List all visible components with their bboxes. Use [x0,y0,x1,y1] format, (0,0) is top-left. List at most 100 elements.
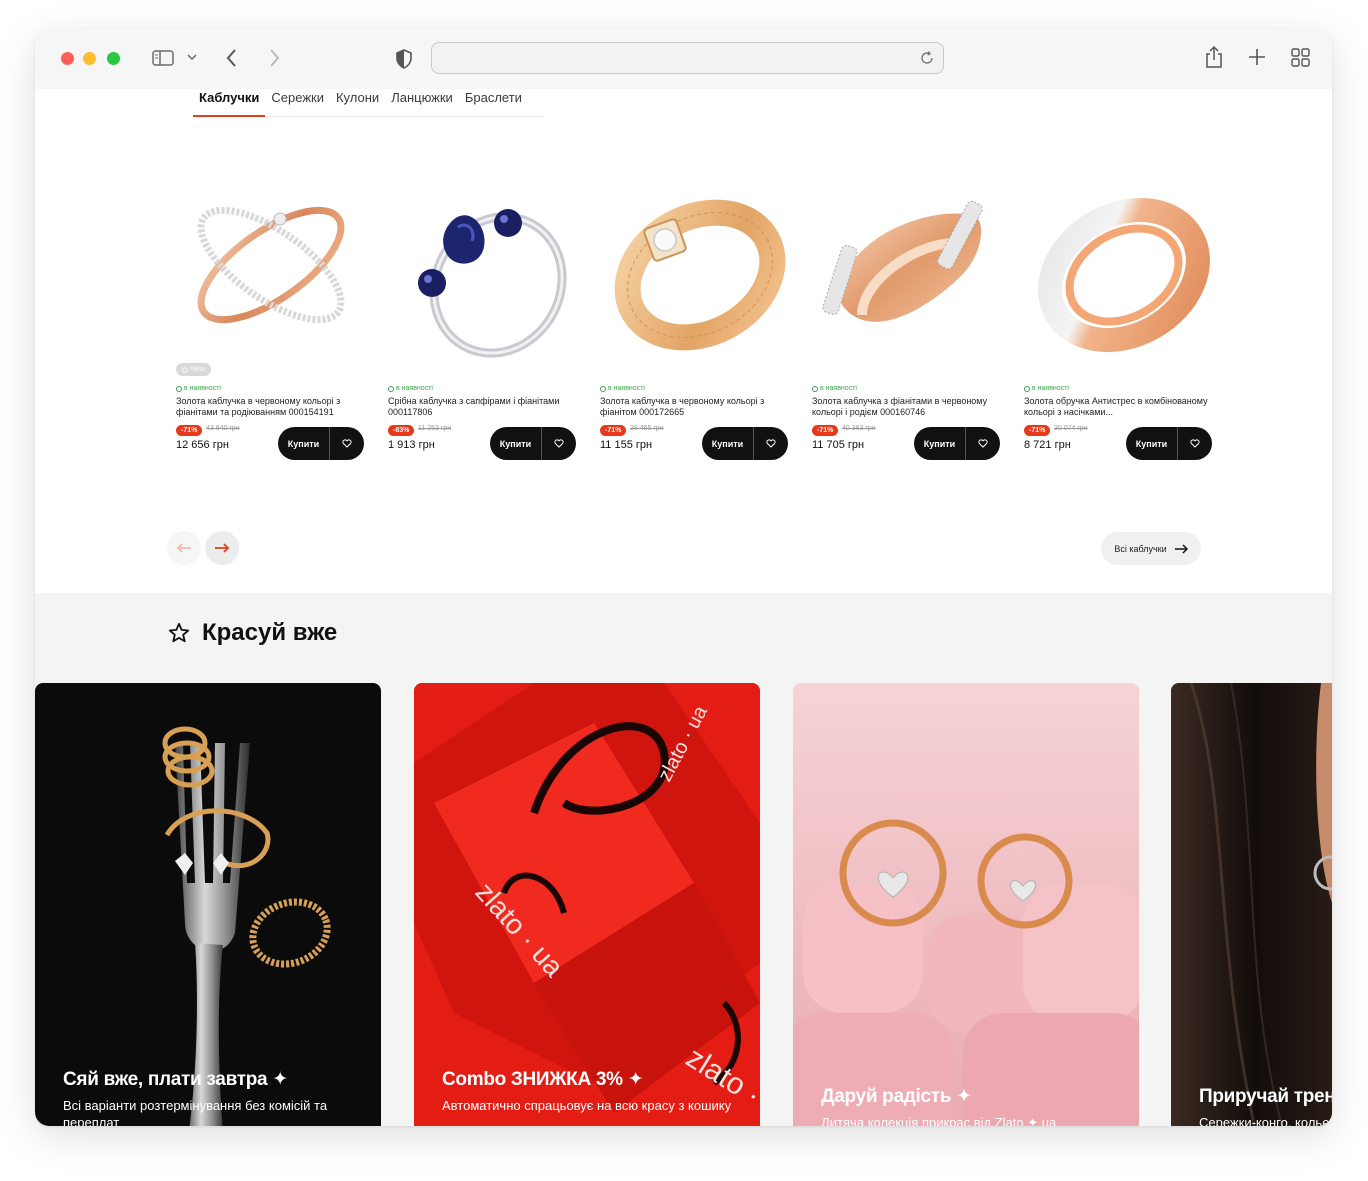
old-price: 40 363 грн [842,425,876,432]
section-heading: Красуй вже [168,619,337,647]
product-price: 12 656 грн [176,439,229,451]
product-price: 1 913 грн [388,439,435,451]
promo-title: Сяй вже, плати завтра ✦ [63,1069,288,1090]
promo-card-combo-discount[interactable]: zlato · ua zlato · ua zlato · Combo ЗНИЖ… [414,683,760,1126]
stock-status: в наявності [388,385,433,392]
wishlist-button[interactable] [966,427,1000,460]
back-icon[interactable] [225,47,239,69]
chevron-down-icon[interactable] [187,52,197,62]
shield-icon[interactable] [395,49,413,69]
wishlist-button[interactable] [754,427,788,460]
close-window-button[interactable] [61,52,74,65]
buy-button[interactable]: Купити [278,427,330,460]
buy-button[interactable]: Купити [702,427,754,460]
promo-title: Combo ЗНИЖКА 3% ✦ [442,1069,644,1090]
promo-card-installments[interactable]: Сяй вже, плати завтра ✦ Всі варіанти роз… [35,683,381,1126]
buy-group: Купити [702,427,788,460]
buy-group: Купити [1126,427,1212,460]
product-card[interactable]: в наявності Золота каблучка з фіанітами … [806,175,1018,475]
product-carousel: New в наявності Золота каблучка в червон… [170,175,1230,475]
stock-status: в наявності [1024,385,1069,392]
promo-title: Приручай тренди ✦ [1199,1086,1332,1107]
buy-button[interactable]: Купити [490,427,542,460]
product-name[interactable]: Золота обручка Антистрес в комбінованому… [1024,396,1210,418]
promo-title: Даруй радість ✦ [821,1086,972,1107]
promo-text: Автоматично спрацьовує на всю красу з ко… [442,1098,732,1113]
address-bar[interactable] [431,42,944,74]
promo-image: zlato · ua zlato · ua zlato · [414,683,760,1126]
heart-icon [554,439,564,448]
old-price: 30 074 грн [1054,425,1088,432]
product-image[interactable] [600,175,790,365]
tab-overview-icon[interactable] [1291,48,1310,67]
check-circle-icon [176,385,182,392]
product-card[interactable]: New в наявності Золота каблучка в червон… [170,175,382,475]
tab-bracelets[interactable]: Браслети [459,89,528,117]
check-circle-icon [388,385,394,392]
arrow-right-icon [215,543,230,553]
discount-badge: -83% [388,425,415,436]
check-circle-icon [600,385,606,392]
all-rings-label: Всі каблучки [1114,543,1167,554]
minimize-window-button[interactable] [83,52,96,65]
tab-chains[interactable]: Ланцюжки [385,89,459,117]
promo-image [162,726,331,1126]
wishlist-button[interactable] [1178,427,1212,460]
tab-pendants[interactable]: Кулони [330,89,385,117]
zoom-window-button[interactable] [107,52,120,65]
buy-button[interactable]: Купити [914,427,966,460]
heart-icon [342,439,352,448]
buy-button[interactable]: Купити [1126,427,1178,460]
product-name[interactable]: Срібна каблучка з сапфірами і фіанітами … [388,396,574,418]
star-icon [168,622,190,643]
product-card[interactable]: в наявності Золота обручка Антистрес в к… [1018,175,1230,475]
product-name[interactable]: Золота каблучка з фіанітами в червоному … [812,396,998,418]
check-circle-icon [1024,385,1030,392]
promo-card-kids-collection[interactable]: Даруй радість ✦ Дитяча колекція прикрас … [793,683,1139,1126]
wishlist-button[interactable] [542,427,576,460]
buy-group: Купити [278,427,364,460]
promo-card-trends[interactable]: Приручай тренди ✦ Сережки-конго, кольє т… [1171,683,1332,1126]
product-name[interactable]: Золота каблучка в червоному кольорі з фі… [176,396,362,418]
product-image[interactable] [176,175,366,365]
product-price: 11 155 грн [600,439,653,451]
promo-text: Дитяча колекція прикрас від Zlato ✦ ua [821,1115,1057,1126]
product-card[interactable]: в наявності Золота каблучка в червоному … [594,175,806,475]
promo-text: Всі варіанти розтермінування без комісій… [63,1098,328,1126]
section-title: Красуй вже [202,619,338,646]
share-icon[interactable] [1204,45,1224,69]
reload-icon[interactable] [919,50,935,71]
product-name[interactable]: Золота каблучка в червоному кольорі з фі… [600,396,786,418]
all-rings-button[interactable]: Всі каблучки [1101,532,1201,565]
carousel-next-button[interactable] [205,531,239,565]
discount-badge: -71% [812,425,839,436]
promo-image [1171,683,1332,1126]
sidebar-toggle-icon[interactable] [151,48,175,68]
stock-status: в наявності [176,385,221,392]
stock-status: в наявності [812,385,857,392]
buy-group: Купити [914,427,1000,460]
heart-icon [1190,439,1200,448]
old-price: 38 465 грн [630,425,664,432]
stock-label: в наявності [608,385,645,392]
arrow-right-icon [1174,543,1188,554]
stock-label: в наявності [1032,385,1069,392]
browser-window: Каблучки Сережки Кулони Ланцюжки Браслет… [35,29,1332,1126]
discount-badge: -71% [176,425,203,436]
product-image[interactable] [812,175,1002,365]
carousel-prev-button[interactable] [167,531,201,565]
tab-earrings[interactable]: Сережки [265,89,330,117]
tab-rings[interactable]: Каблучки [193,89,266,117]
badge-label: New [191,366,206,373]
new-badge: New [176,363,212,376]
new-tab-icon[interactable] [1248,48,1266,66]
forward-icon[interactable] [267,47,281,69]
promo-image [793,683,1139,1126]
heart-icon [766,439,776,448]
old-price: 11 253 грн [418,425,452,432]
wishlist-button[interactable] [330,427,364,460]
buy-group: Купити [490,427,576,460]
product-image[interactable] [1024,175,1214,365]
product-image[interactable] [388,175,578,365]
product-card[interactable]: в наявності Срібна каблучка з сапфірами … [382,175,594,475]
